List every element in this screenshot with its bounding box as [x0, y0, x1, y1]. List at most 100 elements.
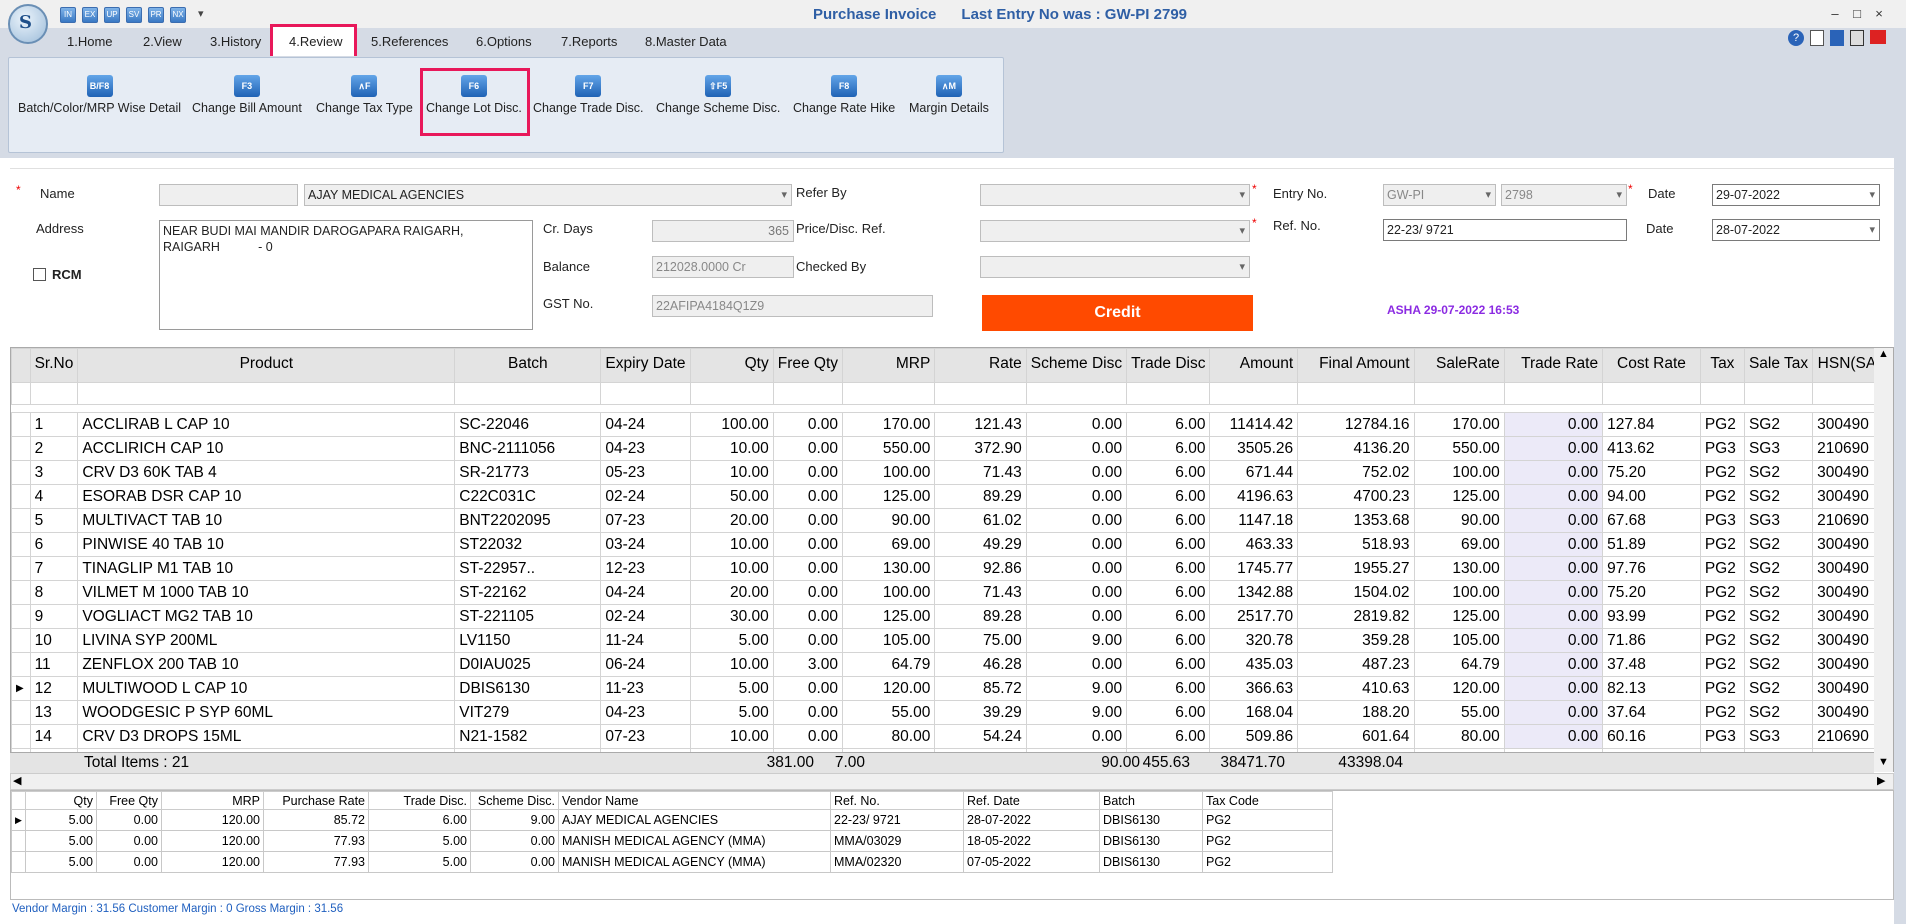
grid-cell[interactable]: ZENFLOX 200 TAB 10 — [77, 652, 456, 677]
grid-cell[interactable]: 413.62 — [1602, 436, 1701, 461]
grid-cell[interactable]: 601.64 — [1297, 724, 1415, 749]
grid-cell[interactable]: 9.00 — [1025, 676, 1128, 701]
filter-cell[interactable] — [842, 382, 936, 405]
grid-cell[interactable]: 6.00 — [1126, 412, 1211, 437]
purchase-history-grid[interactable]: Qty Free Qty MRP Purchase Rate Trade Disc. Sc… — [10, 790, 1894, 900]
grid-cell[interactable]: 170.00 — [842, 412, 936, 437]
history-cell[interactable]: 6.00 — [368, 809, 471, 831]
grid-cell[interactable]: 10.00 — [689, 460, 774, 485]
grid-cell[interactable]: 50.00 — [689, 484, 774, 509]
history-cell[interactable]: PG2 — [1202, 851, 1333, 873]
grid-cell[interactable]: 93.99 — [1602, 604, 1701, 629]
grid-cell[interactable]: 49.29 — [934, 532, 1027, 557]
grid-cell[interactable]: 188.20 — [1297, 700, 1415, 725]
grid-cell[interactable]: 0.00 — [1503, 412, 1604, 437]
grid-cell[interactable]: 0.00 — [1503, 676, 1604, 701]
filter-cell[interactable] — [454, 382, 602, 405]
history-cell[interactable]: DBIS6130 — [1099, 830, 1203, 852]
grid-cell[interactable]: PG2 — [1699, 628, 1745, 653]
history-column-header[interactable]: Trade Disc. — [368, 791, 471, 810]
grid-cell[interactable]: SG2 — [1743, 484, 1814, 509]
grid-cell[interactable]: 90.00 — [1413, 508, 1505, 533]
grid-cell[interactable]: 0.00 — [772, 484, 844, 509]
scroll-up-icon[interactable]: ▲ — [1878, 348, 1889, 360]
history-cell[interactable]: 28-07-2022 — [963, 809, 1100, 831]
grid-cell[interactable]: SG2 — [1743, 604, 1814, 629]
column-header[interactable]: Trade Disc — [1126, 348, 1211, 383]
history-cell[interactable]: 77.93 — [263, 830, 369, 852]
grid-cell[interactable]: 05-23 — [600, 460, 691, 485]
grid-cell[interactable]: 5.00 — [689, 700, 774, 725]
grid-cell[interactable]: 487.23 — [1297, 652, 1415, 677]
grid-cell[interactable]: 0.00 — [1503, 580, 1604, 605]
menu-reports[interactable]: 7.Reports — [561, 34, 617, 49]
grid-cell[interactable]: 0.00 — [1503, 532, 1604, 557]
history-cell[interactable]: 0.00 — [96, 830, 162, 852]
grid-cell[interactable]: VILMET M 1000 TAB 10 — [77, 580, 456, 605]
change-tax-type-button[interactable]: ∧F Change Tax Type — [316, 75, 413, 115]
grid-cell[interactable]: 0.00 — [772, 460, 844, 485]
grid-cell[interactable]: 0.00 — [1025, 580, 1128, 605]
history-cell[interactable]: PG2 — [1202, 809, 1333, 831]
history-row[interactable]: 5.00 0.00 120.00 77.93 5.00 0.00 MANISH MEDICA… — [11, 851, 1333, 873]
grid-cell[interactable]: SG3 — [1743, 436, 1814, 461]
grid-cell[interactable]: 2517.70 — [1209, 604, 1299, 629]
history-cell[interactable]: MANISH MEDICAL AGENCY (MMA) — [558, 851, 831, 873]
grid-cell[interactable]: 0.00 — [772, 532, 844, 557]
print-icon[interactable]: PR — [148, 7, 164, 23]
table-row[interactable]: 10 LIVINA SYP 200ML LV1150 11-24 5.00 0.00 105… — [11, 628, 1893, 653]
grid-cell[interactable]: ACCLIRAB L CAP 10 — [77, 412, 456, 437]
grid-cell[interactable]: 2819.82 — [1297, 604, 1415, 629]
grid-cell[interactable]: 550.00 — [842, 436, 936, 461]
table-row[interactable]: ▶ 12 MULTIWOOD L CAP 10 DBIS6130 11-23 5.00 0.… — [11, 676, 1893, 701]
history-cell[interactable]: 85.72 — [263, 809, 369, 831]
grid-cell[interactable]: 0.00 — [1503, 700, 1604, 725]
items-grid[interactable]: Sr.No Product Batch Expiry Date Qty Free Qty M… — [10, 347, 1894, 772]
history-column-header[interactable]: Purchase Rate — [263, 791, 369, 810]
grid-cell[interactable]: 3 — [29, 460, 79, 485]
history-cell[interactable]: 5.00 — [25, 851, 97, 873]
grid-cell[interactable]: PG2 — [1699, 484, 1745, 509]
history-row[interactable]: 5.00 0.00 120.00 77.93 5.00 0.00 MANISH MEDICA… — [11, 830, 1333, 852]
grid-cell[interactable]: 1955.27 — [1297, 556, 1415, 581]
grid-cell[interactable]: 0.00 — [1503, 652, 1604, 677]
filter-cell[interactable] — [1209, 382, 1299, 405]
history-cell[interactable]: 5.00 — [368, 830, 471, 852]
grid-cell[interactable]: 1342.88 — [1209, 580, 1299, 605]
grid-cell[interactable]: 13 — [29, 700, 79, 725]
grid-cell[interactable]: PG2 — [1699, 676, 1745, 701]
grid-cell[interactable]: 0.00 — [772, 700, 844, 725]
menu-history[interactable]: 3.History — [210, 34, 261, 49]
grid-cell[interactable]: PINWISE 40 TAB 10 — [77, 532, 456, 557]
column-header[interactable]: Final Amount — [1297, 348, 1415, 383]
grid-cell[interactable]: 9 — [29, 604, 79, 629]
table-row[interactable]: 6 PINWISE 40 TAB 10 ST22032 03-24 10.00 0.00 6… — [11, 532, 1893, 557]
grid-cell[interactable]: 0.00 — [772, 556, 844, 581]
filter-cell[interactable] — [29, 382, 79, 405]
history-cell[interactable]: 5.00 — [25, 809, 97, 831]
grid-cell[interactable]: 359.28 — [1297, 628, 1415, 653]
menu-view[interactable]: 2.View — [143, 34, 182, 49]
grid-cell[interactable]: PG2 — [1699, 580, 1745, 605]
grid-cell[interactable]: 82.13 — [1602, 676, 1701, 701]
grid-cell[interactable]: 6.00 — [1126, 652, 1211, 677]
grid-cell[interactable]: 120.00 — [1413, 676, 1505, 701]
grid-cell[interactable]: 125.00 — [842, 604, 936, 629]
minimize-button[interactable]: – — [1826, 6, 1844, 22]
grid-cell[interactable]: 37.64 — [1602, 700, 1701, 725]
grid-cell[interactable]: 0.00 — [772, 412, 844, 437]
change-rate-hike-button[interactable]: F8 Change Rate Hike — [793, 75, 895, 115]
batch-wise-detail-button[interactable]: B/F8 Batch/Color/MRP Wise Detail — [18, 75, 181, 115]
grid-cell[interactable]: WOODGESIC P SYP 60ML — [77, 700, 456, 725]
column-header[interactable]: Trade Rate — [1503, 348, 1604, 383]
margin-details-button[interactable]: ∧M Margin Details — [909, 75, 989, 115]
grid-cell[interactable]: MULTIWOOD L CAP 10 — [77, 676, 456, 701]
grid-cell[interactable]: ST22032 — [454, 532, 602, 557]
grid-cell[interactable]: 105.00 — [842, 628, 936, 653]
grid-cell[interactable]: SG2 — [1743, 628, 1814, 653]
history-cell[interactable]: DBIS6130 — [1099, 851, 1203, 873]
grid-cell[interactable]: ESORAB DSR CAP 10 — [77, 484, 456, 509]
grid-cell[interactable]: 37.48 — [1602, 652, 1701, 677]
grid-cell[interactable]: 51.89 — [1602, 532, 1701, 557]
grid-cell[interactable]: 30.00 — [689, 604, 774, 629]
